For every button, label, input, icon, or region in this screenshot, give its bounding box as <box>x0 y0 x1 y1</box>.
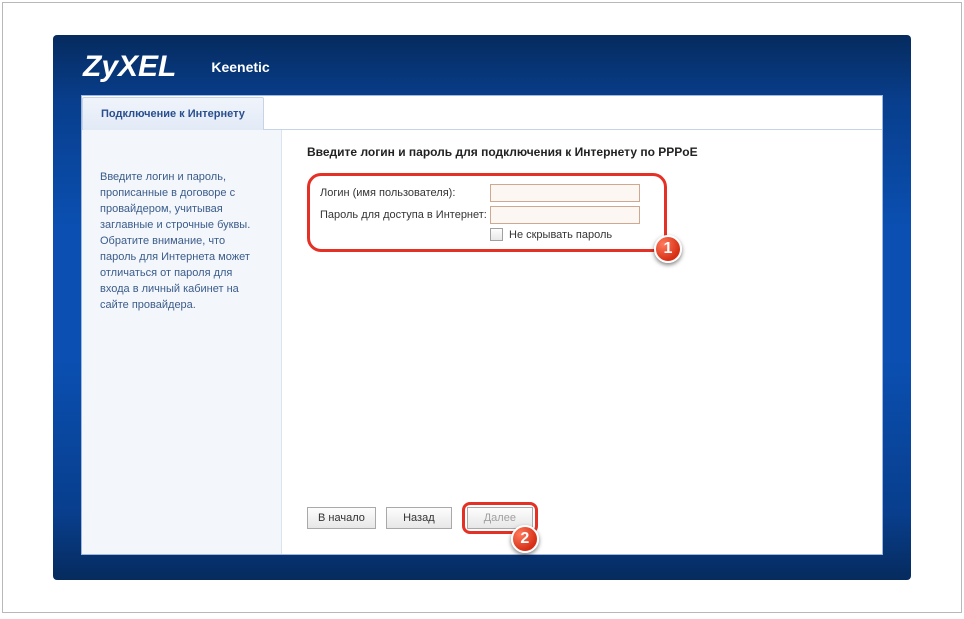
show-password-label: Не скрывать пароль <box>509 229 612 241</box>
login-label: Логин (имя пользователя): <box>320 187 490 199</box>
password-label: Пароль для доступа в Интернет: <box>320 209 490 221</box>
main-pane: Введите логин и пароль для подключения к… <box>282 130 882 554</box>
brand-logo: ZyXEL <box>83 50 176 84</box>
password-input[interactable] <box>490 206 640 224</box>
home-button[interactable]: В начало <box>307 507 376 529</box>
show-password-checkbox[interactable] <box>490 228 503 241</box>
header: ZyXEL Keenetic <box>53 35 911 92</box>
app-panel: ZyXEL Keenetic Подключение к Интернету В… <box>53 35 911 580</box>
content-box: Подключение к Интернету Введите логин и … <box>81 95 883 555</box>
sidebar: Введите логин и пароль, прописанные в до… <box>82 130 282 554</box>
annotation-badge-2: 2 <box>511 525 539 553</box>
login-input[interactable] <box>490 184 640 202</box>
window-frame: ZyXEL Keenetic Подключение к Интернету В… <box>2 2 962 613</box>
annotation-badge-1: 1 <box>654 235 682 263</box>
next-button-highlight: Далее 2 <box>462 502 538 534</box>
page-title: Введите логин и пароль для подключения к… <box>307 145 857 159</box>
back-button[interactable]: Назад <box>386 507 452 529</box>
body-area: Введите логин и пароль, прописанные в до… <box>82 130 882 554</box>
button-bar: В начало Назад Далее 2 <box>307 484 857 534</box>
tab-internet-connection[interactable]: Подключение к Интернету <box>82 97 264 130</box>
model-name: Keenetic <box>211 59 269 75</box>
sidebar-help-text: Введите логин и пароль, прописанные в до… <box>100 170 263 313</box>
credentials-block: Логин (имя пользователя): Пароль для дос… <box>307 173 667 252</box>
tab-bar: Подключение к Интернету <box>82 96 882 130</box>
